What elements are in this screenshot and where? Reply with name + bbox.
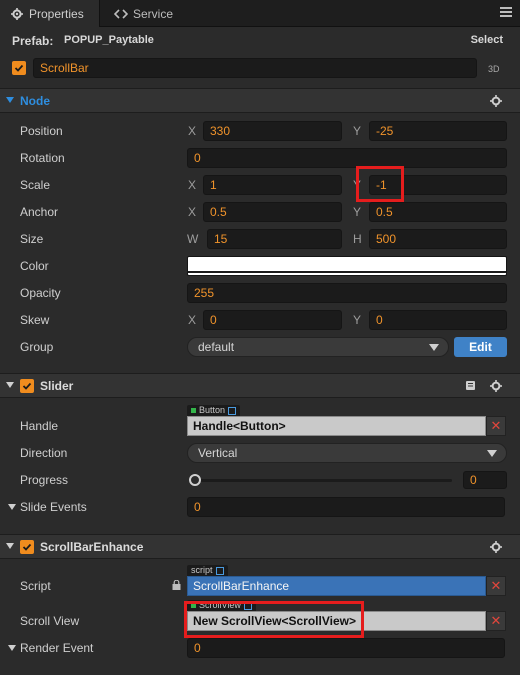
- progress-slider-handle[interactable]: [189, 474, 201, 486]
- anchor-y-input[interactable]: 0.5: [369, 202, 507, 222]
- scale-y-highlight: [356, 166, 404, 202]
- direction-dropdown[interactable]: Vertical: [187, 443, 507, 463]
- size-width-input[interactable]: 15: [207, 229, 342, 249]
- opacity-label: Opacity: [20, 286, 61, 300]
- rotation-label: Rotation: [20, 151, 65, 165]
- tab-service[interactable]: Service: [104, 0, 173, 27]
- rotation-input[interactable]: 0: [187, 148, 507, 168]
- 3d-toggle[interactable]: 3D: [488, 64, 500, 74]
- position-label: Position: [20, 124, 63, 138]
- chevron-down-icon: [429, 344, 439, 351]
- skew-label: Skew: [20, 313, 50, 327]
- link-icon[interactable]: [215, 566, 224, 575]
- script-clear-button[interactable]: ✕: [486, 576, 506, 596]
- anchor-y-label: Y: [353, 205, 362, 219]
- tab-properties[interactable]: Properties: [0, 0, 100, 27]
- scale-x-input[interactable]: 1: [203, 175, 342, 195]
- position-x-label: X: [188, 124, 197, 138]
- handle-label: Handle: [20, 419, 59, 433]
- render-event-label[interactable]: Render Event: [7, 641, 93, 655]
- handle-type-label: Button: [199, 405, 226, 415]
- gear-icon: [10, 7, 24, 21]
- scrollbar-enhance-section-header[interactable]: ScrollBarEnhance: [0, 534, 520, 559]
- slider-section-header[interactable]: Slider: [0, 373, 520, 398]
- slide-events-label[interactable]: Slide Events: [8, 500, 87, 514]
- slide-events-count-input[interactable]: 0: [187, 497, 505, 517]
- position-x-input[interactable]: 330: [203, 121, 342, 141]
- prefab-name: POPUP_Paytable: [64, 34, 154, 46]
- direction-dropdown-value: Vertical: [198, 446, 238, 460]
- anchor-x-input[interactable]: 0.5: [203, 202, 342, 222]
- scroll-view-label: Scroll View: [20, 614, 80, 628]
- tab-service-label: Service: [133, 6, 174, 21]
- position-y-label: Y: [353, 124, 362, 138]
- slider-enabled-checkbox[interactable]: [20, 379, 34, 393]
- anchor-label: Anchor: [20, 205, 59, 219]
- group-label: Group: [20, 340, 54, 354]
- node-name-field[interactable]: ScrollBar: [33, 58, 477, 78]
- checkmark-icon: [22, 382, 32, 390]
- opacity-input[interactable]: 255: [187, 283, 507, 303]
- size-height-input[interactable]: 500: [369, 229, 507, 249]
- color-label: Color: [20, 259, 49, 273]
- scroll-view-clear-button[interactable]: ✕: [486, 611, 506, 631]
- scrollbar-enhance-settings-gear-icon[interactable]: [490, 541, 502, 553]
- script-label: Script: [20, 579, 51, 593]
- service-icon: [114, 7, 128, 21]
- node-section-header[interactable]: Node: [0, 88, 520, 113]
- node-settings-gear-icon[interactable]: [490, 95, 502, 107]
- skew-y-input[interactable]: 0: [369, 310, 507, 330]
- direction-label: Direction: [20, 446, 68, 460]
- scale-x-label: X: [188, 178, 197, 192]
- scrollbar-enhance-enabled-checkbox[interactable]: [20, 540, 34, 554]
- checkmark-icon: [14, 64, 24, 72]
- skew-x-label: X: [188, 313, 197, 327]
- position-y-input[interactable]: -25: [369, 121, 507, 141]
- group-edit-button[interactable]: Edit: [454, 337, 507, 357]
- group-dropdown-value: default: [198, 340, 235, 354]
- script-type-tag: script: [187, 565, 228, 576]
- anchor-x-label: X: [188, 205, 197, 219]
- chevron-down-icon: [487, 450, 497, 457]
- script-reference-field[interactable]: ScrollBarEnhance: [187, 576, 486, 596]
- handle-type-tag: Button: [187, 405, 241, 416]
- group-dropdown[interactable]: default: [187, 337, 449, 357]
- node-section-title: Node: [20, 94, 50, 108]
- expand-arrow-icon: [6, 97, 14, 103]
- size-w-label: W: [187, 232, 199, 246]
- scrollbar-enhance-section-title: ScrollBarEnhance: [40, 540, 144, 554]
- handle-clear-button[interactable]: ✕: [486, 416, 506, 436]
- help-book-icon[interactable]: [465, 380, 476, 391]
- prefab-select-button[interactable]: Select: [471, 34, 503, 46]
- handle-reference-field[interactable]: Handle<Button>: [187, 416, 486, 436]
- lock-icon: [172, 580, 181, 590]
- progress-label: Progress: [20, 473, 69, 487]
- skew-x-input[interactable]: 0: [203, 310, 342, 330]
- tab-properties-label: Properties: [29, 6, 84, 21]
- scale-label: Scale: [20, 178, 51, 192]
- link-icon[interactable]: [228, 406, 237, 415]
- expand-arrow-icon: [6, 382, 14, 388]
- progress-slider-track[interactable]: [194, 479, 452, 482]
- prefab-label: Prefab:: [12, 34, 54, 48]
- skew-y-label: Y: [353, 313, 362, 327]
- render-event-count-input[interactable]: 0: [187, 638, 505, 658]
- scroll-view-highlight: [184, 601, 364, 638]
- expand-arrow-icon: [6, 543, 14, 549]
- node-type-icon: [191, 408, 196, 413]
- script-type-label: script: [191, 565, 213, 575]
- size-h-label: H: [353, 232, 362, 246]
- node-active-checkbox[interactable]: [12, 61, 26, 75]
- progress-input[interactable]: 0: [463, 471, 507, 489]
- tab-bar: Properties Service: [0, 0, 520, 27]
- size-label: Size: [20, 232, 44, 246]
- slider-section-title: Slider: [40, 379, 74, 393]
- color-swatch[interactable]: [187, 256, 507, 276]
- checkmark-icon: [22, 543, 32, 551]
- panel-menu-icon[interactable]: [500, 5, 512, 19]
- slider-settings-gear-icon[interactable]: [490, 380, 502, 392]
